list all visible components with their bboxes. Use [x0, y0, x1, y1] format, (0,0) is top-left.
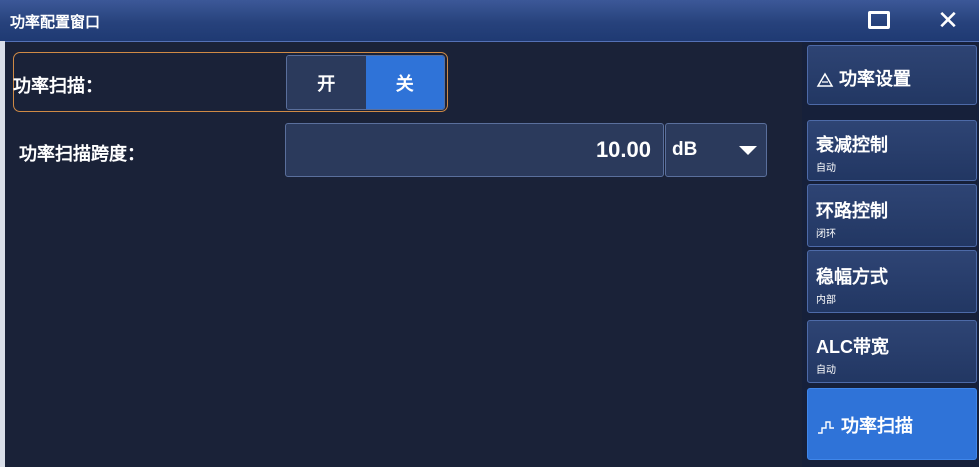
menu-alc-value: 自动 — [816, 365, 836, 376]
menu-leveling-value: 内部 — [816, 295, 836, 306]
menu-attenuation-label: 衰减控制 — [816, 135, 888, 155]
window-title: 功率配置窗口 — [10, 14, 101, 31]
menu-alc-bandwidth[interactable]: ALC带宽 自动 — [807, 320, 977, 383]
settings-panel: 功率扫描： 开 关 功率扫描跨度： 10.00 dB — [5, 42, 802, 467]
menu-loop-control[interactable]: 环路控制 闭环 — [807, 184, 977, 247]
sweep-span-value: 10.00 — [595, 137, 651, 162]
menu-alc-label: ALC带宽 — [816, 337, 889, 357]
sweep-span-label: 功率扫描跨度： — [19, 144, 145, 164]
power-sweep-off-option[interactable]: 关 — [365, 56, 444, 109]
sweep-span-unit-select[interactable]: dB — [665, 123, 767, 177]
power-sweep-on-option[interactable]: 开 — [287, 56, 366, 109]
sweep-span-input[interactable]: 10.00 — [285, 123, 664, 177]
menu-power-sweep[interactable]: 功率扫描 — [807, 388, 977, 460]
side-menu: 功率设置 衰减控制 自动 环路控制 闭环 稳幅方式 内部 ALC带宽 自动 功率… — [802, 42, 979, 467]
menu-attenuation-control[interactable]: 衰减控制 自动 — [807, 120, 977, 181]
close-button[interactable]: ✕ — [931, 6, 965, 34]
power-sweep-toggle[interactable]: 开 关 — [286, 55, 445, 110]
power-sweep-label: 功率扫描： — [13, 76, 103, 96]
menu-power-settings[interactable]: 功率设置 — [807, 45, 977, 105]
triangle-icon — [816, 72, 834, 87]
menu-loop-value: 闭环 — [816, 229, 836, 240]
title-bar[interactable]: 功率配置窗口 ✕ — [0, 0, 979, 42]
maximize-icon — [868, 11, 890, 29]
power-config-window: 功率配置窗口 ✕ 功率扫描： 开 关 功率扫描跨度： 10.00 dB 功率设置… — [0, 0, 979, 467]
maximize-button[interactable] — [862, 6, 896, 34]
power-sweep-off-label: 关 — [395, 73, 414, 94]
step-sweep-icon — [818, 421, 834, 434]
power-sweep-on-label: 开 — [317, 73, 336, 94]
chevron-down-icon — [739, 146, 757, 155]
menu-power-sweep-label: 功率扫描 — [841, 416, 914, 436]
menu-leveling-mode[interactable]: 稳幅方式 内部 — [807, 250, 977, 313]
menu-power-settings-label: 功率设置 — [839, 69, 912, 89]
close-icon: ✕ — [937, 5, 959, 35]
menu-attenuation-value: 自动 — [816, 163, 836, 174]
sweep-span-unit: dB — [672, 139, 698, 160]
menu-loop-label: 环路控制 — [816, 201, 888, 221]
menu-leveling-label: 稳幅方式 — [816, 267, 888, 287]
